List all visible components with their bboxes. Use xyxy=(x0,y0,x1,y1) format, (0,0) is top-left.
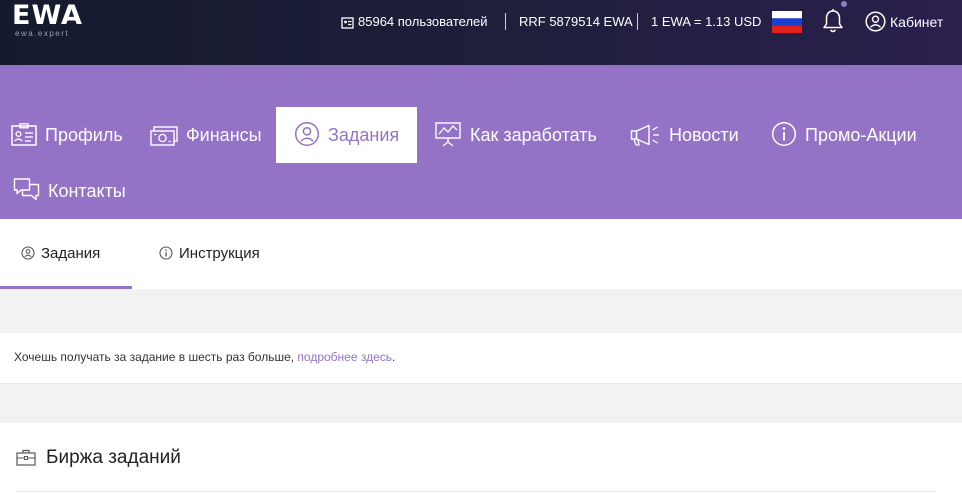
logo[interactable]: EWA ewa.expert xyxy=(12,2,92,42)
info-icon xyxy=(159,246,173,260)
top-bar: EWA ewa.expert 85964 пользователей RRF 5… xyxy=(0,0,962,65)
nav-item-news[interactable]: Новости xyxy=(630,107,739,163)
money-icon xyxy=(150,126,178,146)
active-tab-indicator xyxy=(0,286,132,289)
notice-text: Хочешь получать за задание в шесть раз б… xyxy=(14,350,298,364)
profile-card-icon xyxy=(11,123,37,146)
cabinet-link[interactable]: Кабинет xyxy=(865,11,943,32)
divider xyxy=(16,491,936,492)
sub-tabs: Задания Инструкция xyxy=(0,219,962,289)
logo-wordmark: EWA xyxy=(12,0,83,31)
nav-label: Как заработать xyxy=(470,125,597,145)
notice-banner: Хочешь получать за задание в шесть раз б… xyxy=(0,333,962,384)
panel-title-text: Биржа заданий xyxy=(46,447,181,468)
chat-icon xyxy=(13,178,40,201)
ru-flag-icon[interactable] xyxy=(772,11,802,33)
tab-tasks[interactable]: Задания xyxy=(21,219,100,289)
notice-link[interactable]: подробнее здесь xyxy=(297,350,392,364)
tab-instruction[interactable]: Инструкция xyxy=(159,219,260,289)
user-circle-icon xyxy=(294,121,320,147)
divider xyxy=(505,13,506,30)
nav-label: Промо-Акции xyxy=(805,125,917,145)
nav-item-promo[interactable]: Промо-Акции xyxy=(771,107,917,163)
task-exchange-panel: Биржа заданий xyxy=(0,423,962,494)
nav-item-profile[interactable]: Профиль xyxy=(11,107,123,163)
nav-label: Контакты xyxy=(48,181,126,201)
megaphone-icon xyxy=(630,124,659,146)
info-icon xyxy=(771,121,797,147)
nav-item-contacts[interactable]: Контакты xyxy=(13,163,126,219)
nav-item-tasks[interactable]: Задания xyxy=(276,107,418,163)
nav-item-finance[interactable]: Финансы xyxy=(150,107,262,163)
divider xyxy=(637,13,638,30)
rrf-stat: RRF 5879514 EWA xyxy=(519,14,633,29)
presentation-icon xyxy=(435,122,461,147)
user-circle-icon xyxy=(21,246,35,260)
users-count-text: 85964 пользователей xyxy=(358,14,488,29)
bell-icon[interactable] xyxy=(821,8,845,34)
notification-dot xyxy=(841,1,847,7)
main-nav: Профиль Финансы Задания Как заработать Н… xyxy=(0,65,962,219)
nav-label: Финансы xyxy=(186,125,262,145)
briefcase-icon xyxy=(16,449,36,466)
nav-label: Новости xyxy=(669,125,739,145)
nav-label: Профиль xyxy=(45,125,123,145)
users-card-icon xyxy=(341,17,354,29)
nav-item-how-to-earn[interactable]: Как заработать xyxy=(434,107,597,163)
users-count: 85964 пользователей xyxy=(341,13,488,31)
nav-label: Задания xyxy=(328,125,400,145)
user-circle-icon xyxy=(865,11,886,32)
exchange-rate: 1 EWA = 1.13 USD xyxy=(651,14,762,29)
cabinet-label: Кабинет xyxy=(890,14,944,30)
tab-label: Инструкция xyxy=(179,245,260,262)
notice-suffix: . xyxy=(392,350,396,364)
tab-label: Задания xyxy=(41,245,101,262)
panel-title: Биржа заданий xyxy=(16,445,181,471)
